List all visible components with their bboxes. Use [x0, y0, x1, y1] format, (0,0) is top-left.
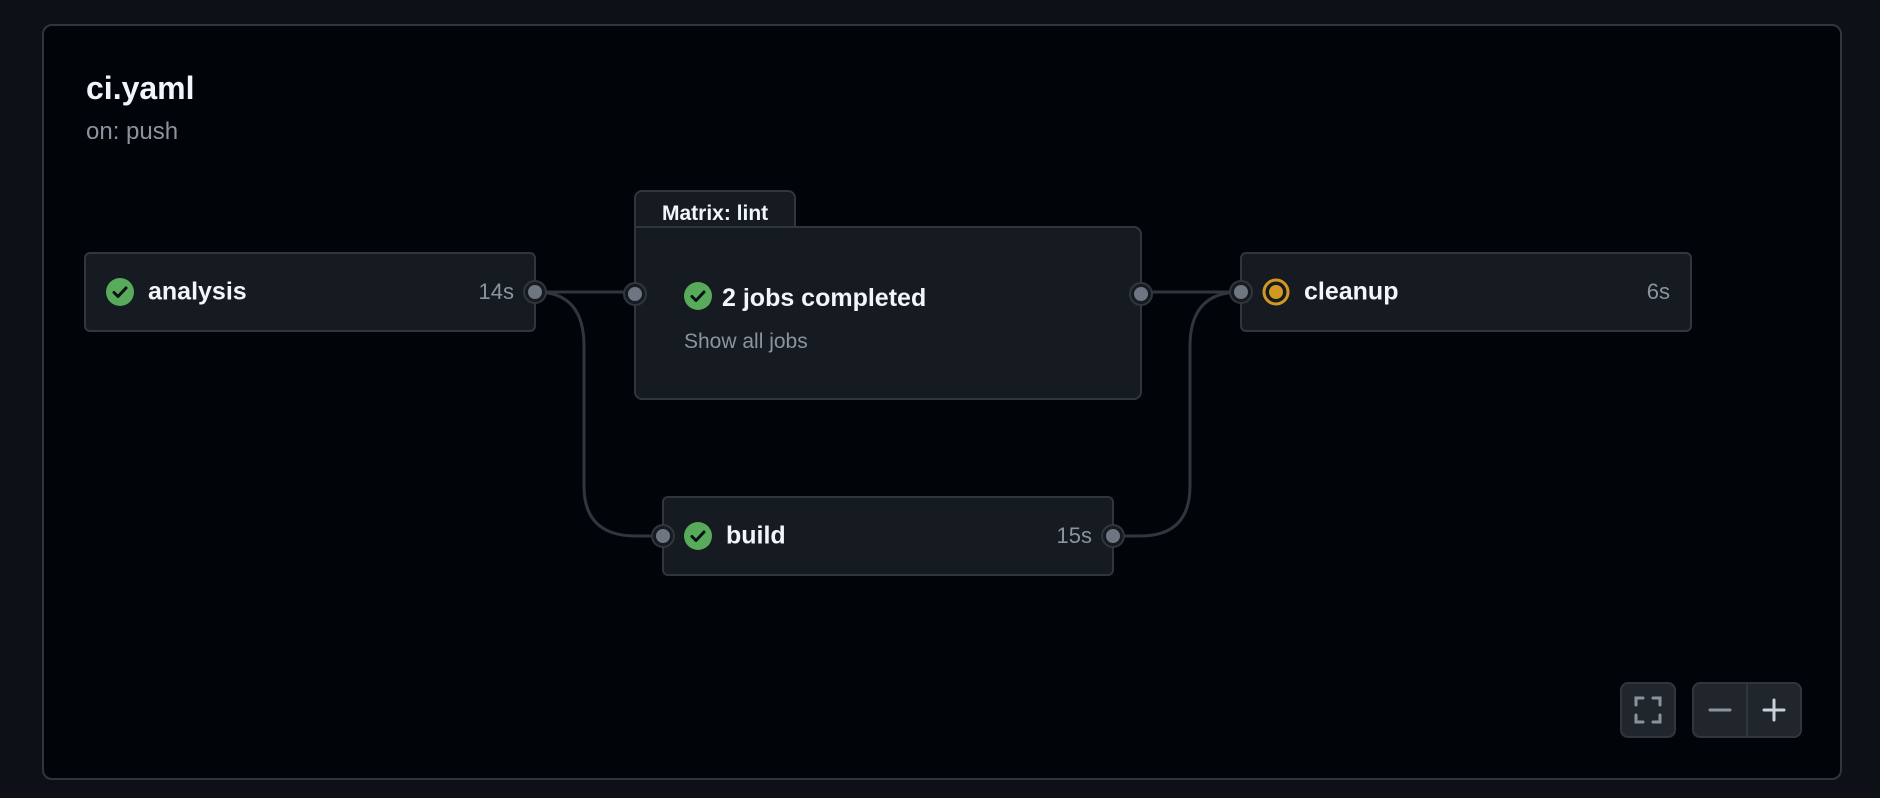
fullscreen-button[interactable] — [1620, 682, 1676, 738]
check-circle-icon — [684, 522, 712, 550]
job-cleanup-duration: 6s — [1646, 279, 1670, 304]
job-analysis-name: analysis — [148, 277, 247, 306]
job-cleanup[interactable]: cleanup 6s — [1231, 252, 1692, 332]
plus-icon — [1762, 698, 1786, 722]
workflow-graph-panel: ci.yaml on: push analysis 14s Matrix: li… — [42, 24, 1842, 780]
matrix-input-port — [625, 284, 645, 304]
show-all-jobs-link[interactable]: Show all jobs — [684, 330, 808, 354]
matrix-output-port — [1131, 284, 1151, 304]
job-build-output-port — [1103, 526, 1123, 546]
in-progress-icon — [1262, 278, 1290, 306]
job-cleanup-name: cleanup — [1304, 277, 1399, 306]
job-build-input-port — [653, 526, 673, 546]
matrix-lint-group[interactable]: 2 jobs completed Show all jobs — [625, 226, 1151, 400]
job-analysis-output-port — [525, 282, 545, 302]
fullscreen-icon — [1634, 696, 1662, 724]
minus-icon — [1708, 708, 1732, 712]
check-circle-icon — [106, 278, 134, 306]
job-analysis-duration: 14s — [478, 279, 514, 304]
job-connectors — [535, 290, 1241, 538]
job-build[interactable]: build 15s — [653, 496, 1123, 576]
matrix-summary: 2 jobs completed — [722, 284, 927, 312]
workflow-trigger: on: push — [86, 118, 179, 145]
job-build-duration: 15s — [1056, 523, 1092, 548]
workflow-title: ci.yaml — [86, 70, 195, 106]
job-build-name: build — [726, 521, 786, 550]
matrix-tab: Matrix: lint — [634, 190, 796, 230]
job-cleanup-input-port — [1231, 282, 1251, 302]
job-analysis[interactable]: analysis 14s — [84, 252, 545, 332]
check-circle-icon — [684, 282, 712, 310]
matrix-label: Matrix: lint — [662, 202, 769, 225]
zoom-in-button[interactable] — [1746, 682, 1802, 738]
zoom-out-button[interactable] — [1692, 682, 1748, 738]
